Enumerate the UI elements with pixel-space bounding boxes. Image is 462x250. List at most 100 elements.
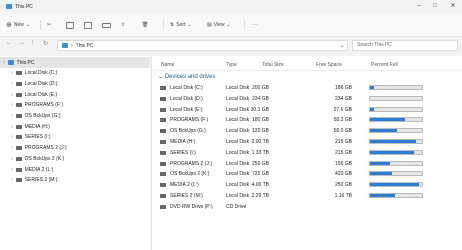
sidebar-item-label: OS BckUps 2 (K:) [24, 155, 65, 162]
sidebar-item-drive[interactable]: › PROGRAMS (F:) [0, 100, 150, 111]
group-header[interactable]: ⌄ Devices and drives [158, 73, 215, 80]
drive-free: 215 GB [335, 139, 352, 145]
command-bar: ⊕ New ⌄ ✂ ⇪ 🗑 ⇅ Sort ⌄ ▤ View ⌄ ··· [0, 14, 462, 37]
forward-arrow-icon[interactable]: → [19, 40, 25, 46]
new-button[interactable]: ⊕ New ⌄ [6, 20, 30, 30]
sidebar-item-drive[interactable]: › OS BckUps (G:) [0, 111, 150, 122]
drive-icon [15, 135, 22, 140]
column-header-type[interactable]: Type [226, 62, 237, 68]
drive-free: 420 GB [335, 171, 352, 178]
rename-icon[interactable] [102, 20, 111, 30]
chevron-right-icon[interactable]: › [11, 92, 13, 98]
drive-total: 2.00 TB [251, 139, 269, 145]
address-bar[interactable]: › This PC ⌄ [57, 40, 348, 51]
drive-type: Local Disk [226, 85, 250, 91]
percent-full-fill [370, 194, 396, 197]
drive-row[interactable]: DVD RW Drive (P:) CD Drive [152, 202, 462, 212]
sidebar-item-drive[interactable]: › SERIES (I:) [0, 132, 150, 143]
sidebar-item-label: SERIES (I:) [24, 134, 51, 141]
percent-full-fill [370, 118, 406, 122]
percent-full-bar [369, 128, 423, 134]
drive-row[interactable]: OS BckUps (G:) Local Disk 120 GB 58.0 GB [152, 126, 462, 136]
drive-row[interactable]: PROGRAMS (F:) Local Disk 180 GB 58.2 GB [152, 115, 462, 125]
drive-icon [160, 172, 166, 177]
sidebar-item-drive[interactable]: › Local Disk (E:) [0, 89, 150, 100]
drive-row[interactable]: PROGRAMS 2 (J:) Local Disk 250 GB 156 GB [152, 159, 462, 169]
drive-row[interactable]: Local Disk (C:) Local Disk 200 GB 186 GB [152, 83, 462, 93]
drive-row[interactable]: Local Disk (D:) Local Disk 234 GB 234 GB [152, 94, 462, 104]
column-header-percent-full[interactable]: Percent Full [371, 62, 398, 68]
more-button[interactable]: ··· [252, 20, 258, 30]
percent-full-bar [369, 106, 423, 112]
share-icon[interactable]: ⇪ [121, 20, 125, 30]
cut-icon[interactable]: ✂ [47, 20, 51, 30]
drive-type: Local Disk [226, 95, 250, 102]
sidebar-item-this-pc[interactable]: › This PC [0, 57, 150, 68]
chevron-right-icon[interactable]: › [11, 124, 13, 130]
sidebar-item-drive[interactable]: › MEDIA (H:) [0, 121, 150, 132]
drive-row[interactable]: Local Disk (E:) Local Disk 30.1 GB 27.6 GB [152, 105, 462, 115]
sidebar-item-drive[interactable]: › SERIES 2 (M:) [0, 175, 150, 186]
drive-name: Local Disk (C:) [170, 85, 203, 91]
drive-row[interactable]: OS BckUps 2 (K:) Local Disk 720 GB 420 GB [152, 169, 462, 179]
chevron-right-icon[interactable]: › [11, 81, 13, 87]
paste-icon[interactable] [84, 20, 92, 30]
sidebar-item-drive[interactable]: › PROGRAMS 2 (J:) [0, 143, 150, 154]
chevron-right-icon[interactable]: › [11, 70, 13, 76]
sidebar-item-drive[interactable]: › OS BckUps 2 (K:) [0, 153, 150, 164]
sidebar-item-drive[interactable]: › Local Disk (C:) [0, 68, 150, 79]
percent-full-bar [369, 182, 423, 188]
chevron-down-icon[interactable]: ⌄ [340, 43, 344, 49]
drive-icon [160, 86, 166, 90]
chevron-right-icon[interactable]: › [11, 167, 13, 173]
chevron-right-icon[interactable]: › [11, 156, 13, 162]
back-arrow-icon[interactable]: ← [6, 40, 12, 46]
sidebar-item-label: Local Disk (E:) [24, 91, 58, 98]
sidebar-item-drive[interactable]: › MEDIA 2 (L:) [0, 164, 150, 175]
drive-total: 2.29 TB [251, 193, 269, 199]
chevron-right-icon[interactable]: › [11, 102, 13, 108]
sort-icon: ⇅ [170, 22, 175, 28]
plus-icon: ⊕ [6, 22, 12, 29]
chevron-down-icon: ⌄ [25, 22, 31, 28]
close-button[interactable]: ✕ [446, 2, 460, 11]
drive-row[interactable]: SERIES (I:) Local Disk 1.33 TB 215 GB [152, 148, 462, 158]
drive-type: Local Disk [226, 149, 250, 156]
chevron-right-icon[interactable]: › [11, 145, 13, 151]
delete-icon[interactable]: 🗑 [142, 20, 148, 30]
drive-row[interactable]: SERIES 2 (M:) Local Disk 2.29 TB 1.16 TB [152, 191, 462, 201]
percent-full-bar [369, 139, 423, 144]
chevron-right-icon[interactable]: › [11, 177, 13, 183]
drive-total: 120 GB [252, 128, 269, 135]
column-header-name[interactable]: Name [161, 62, 174, 68]
percent-full-bar [369, 85, 423, 90]
drive-icon [160, 129, 166, 134]
chevron-right-icon[interactable]: › [11, 134, 13, 140]
chevron-right-icon[interactable]: › [11, 113, 13, 119]
search-input[interactable]: Search This PC [352, 40, 458, 51]
maximize-button[interactable]: □ [428, 2, 442, 11]
drive-icon [15, 71, 22, 76]
percent-full-bar [369, 117, 423, 123]
up-arrow-icon[interactable]: ↑ [31, 40, 34, 46]
sidebar-item-label: PROGRAMS 2 (J:) [24, 145, 67, 152]
percent-full-fill [370, 150, 414, 154]
sidebar-item-drive[interactable]: › Local Disk (D:) [0, 78, 150, 89]
drive-row[interactable]: MEDIA 2 (L:) Local Disk 4.00 TB 250 GB [152, 180, 462, 190]
sort-button[interactable]: ⇅ Sort ⌄ [170, 20, 192, 30]
copy-icon[interactable] [66, 20, 74, 30]
drive-name: SERIES (I:) [170, 149, 196, 156]
refresh-icon[interactable]: ↻ [43, 40, 48, 47]
sidebar-item-label: MEDIA (H:) [24, 123, 50, 130]
drive-name: DVD RW Drive (P:) [170, 203, 213, 210]
column-header-free-space[interactable]: Free Space [316, 62, 342, 68]
chevron-right-icon[interactable]: › [3, 60, 5, 66]
percent-full-bar [369, 95, 423, 101]
view-button[interactable]: ▤ View ⌄ [207, 20, 231, 30]
column-header-total-size[interactable]: Total Size [262, 62, 284, 68]
drive-name: SERIES 2 (M:) [170, 193, 203, 199]
minimize-button[interactable]: – [412, 2, 426, 11]
drive-row[interactable]: MEDIA (H:) Local Disk 2.00 TB 215 GB [152, 137, 462, 147]
percent-full-bar [369, 160, 423, 166]
percent-full-bar [369, 149, 423, 155]
